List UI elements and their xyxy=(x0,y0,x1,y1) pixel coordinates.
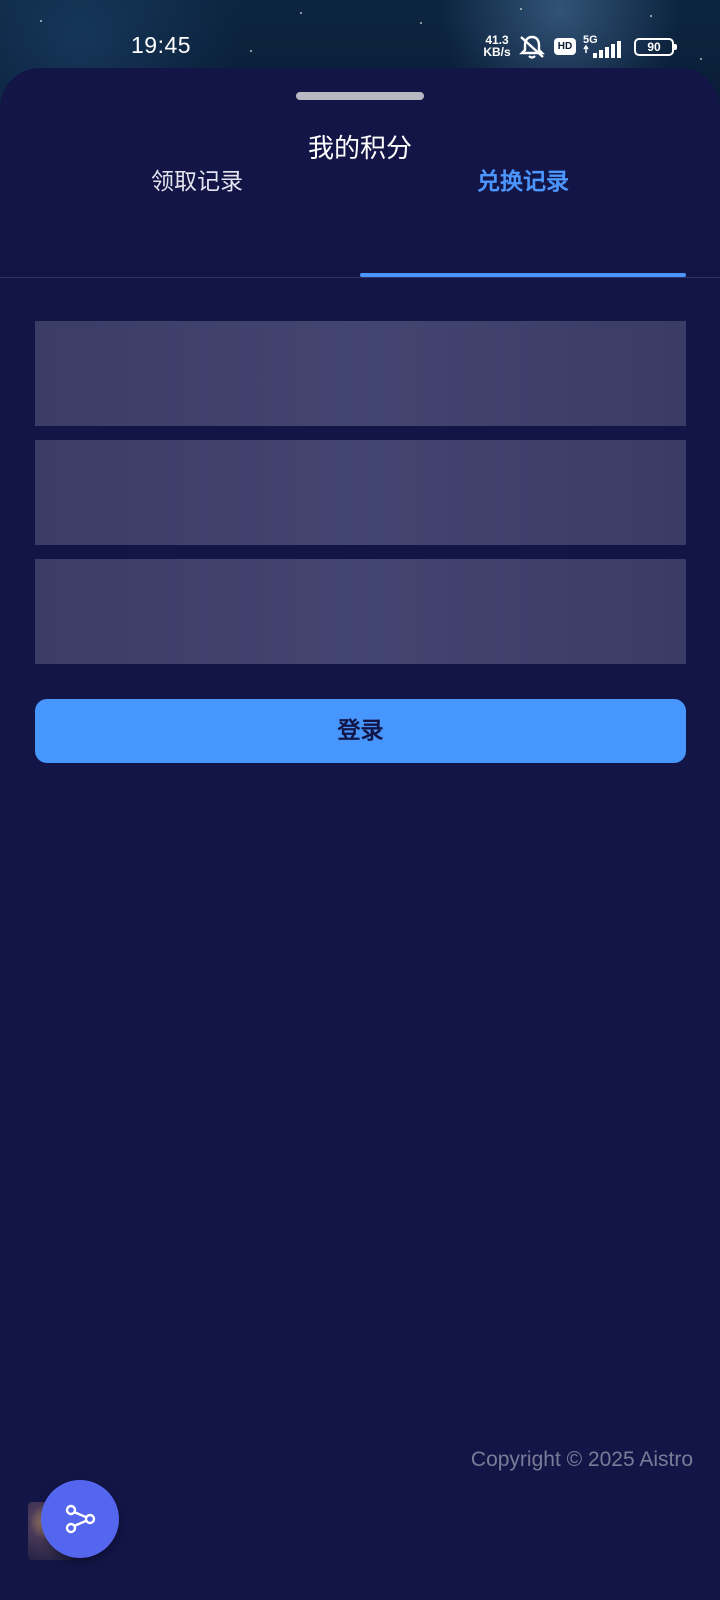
status-time: 19:45 xyxy=(131,32,192,58)
login-button[interactable]: 登录 xyxy=(35,699,686,763)
signal-icon xyxy=(583,41,621,58)
share-button[interactable] xyxy=(41,1480,119,1558)
network-speed-unit: KB/s xyxy=(483,45,511,59)
active-tab-indicator xyxy=(360,273,686,277)
mute-icon xyxy=(519,35,545,59)
tab-exchange-records[interactable]: 兑换记录 xyxy=(360,162,686,196)
network-speed: 41.3 KB/s xyxy=(480,34,514,58)
tab-bar: 领取记录 兑换记录 xyxy=(0,68,720,278)
share-icon xyxy=(65,1504,96,1534)
loading-placeholder xyxy=(35,440,686,545)
tab-claim-records[interactable]: 领取记录 xyxy=(34,162,360,196)
loading-placeholder xyxy=(35,321,686,426)
copyright-text: Copyright © 2025 Aistro xyxy=(470,1448,693,1471)
status-bar: 19:45 41.3 KB/s HD 5G 90 xyxy=(0,0,720,68)
battery-icon: 90 xyxy=(634,38,677,56)
loading-placeholder xyxy=(35,559,686,664)
hd-icon: HD xyxy=(554,38,576,55)
points-bottom-sheet: 我的积分 领取记录 兑换记录 登录 xyxy=(0,68,720,1600)
